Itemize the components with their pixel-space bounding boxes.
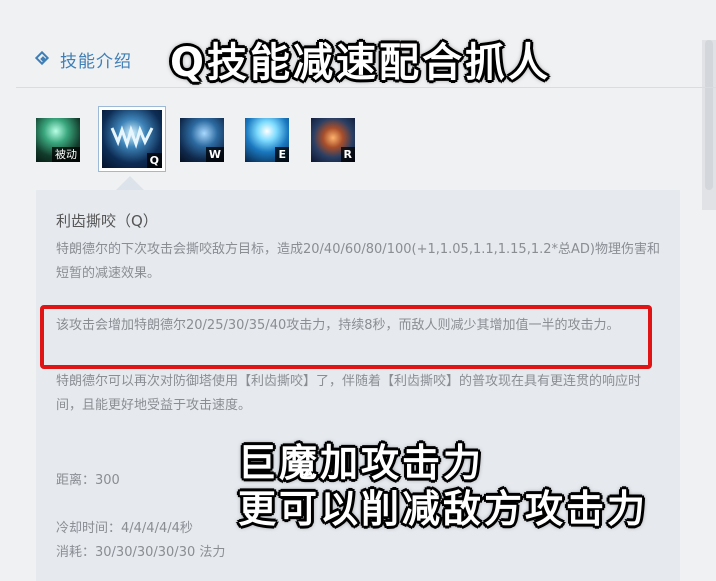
skill-key-label: W (205, 147, 224, 162)
skill-key-label: Q (146, 153, 162, 168)
skill-key-label: E (275, 147, 289, 162)
skill-w-button[interactable]: W (180, 118, 224, 162)
section-title: 技能介绍 (60, 51, 132, 72)
skill-cost: 消耗：30/30/30/30/30 法力 (56, 545, 226, 560)
highlight-box (40, 305, 652, 369)
overlay-caption-bottom: 更可以削减敌方攻击力 (238, 487, 649, 531)
e-skill-icon: E (245, 118, 289, 162)
skill-name: 利齿撕咬（Q） (56, 212, 158, 230)
q-skill-icon: Q (102, 110, 162, 168)
skill-key-label: R (340, 147, 355, 162)
skill-passive-button[interactable]: 被动 (36, 118, 80, 162)
scrollbar-thumb[interactable] (705, 40, 713, 190)
panel-pointer (116, 176, 144, 190)
skill-description: 特朗德尔的下次攻击会撕咬敌方目标，造成20/40/60/80/100(+1,1.… (56, 242, 660, 281)
skill-description: 特朗德尔可以再次对防御塔使用【利齿撕咬】了，伴随着【利齿撕咬】的普攻现在具有更连… (56, 374, 642, 413)
diamond-icon (36, 52, 50, 66)
skill-key-label: 被动 (52, 147, 80, 162)
skill-e-button[interactable]: E (245, 118, 289, 162)
w-skill-icon: W (180, 118, 224, 162)
teeth-icon (110, 125, 154, 149)
skill-cooldown: 冷却时间：4/4/4/4/4秒 (56, 521, 193, 536)
r-skill-icon: R (311, 118, 355, 162)
skill-range: 距离：300 (56, 473, 120, 488)
page-scrollbar[interactable] (702, 40, 716, 210)
passive-skill-icon: 被动 (36, 118, 80, 162)
overlay-caption-top: Q技能减速配合抓人 (170, 40, 552, 86)
section-header: 技能介绍 (36, 44, 132, 74)
skill-r-button[interactable]: R (311, 118, 355, 162)
skill-q-button[interactable]: Q (98, 106, 166, 172)
